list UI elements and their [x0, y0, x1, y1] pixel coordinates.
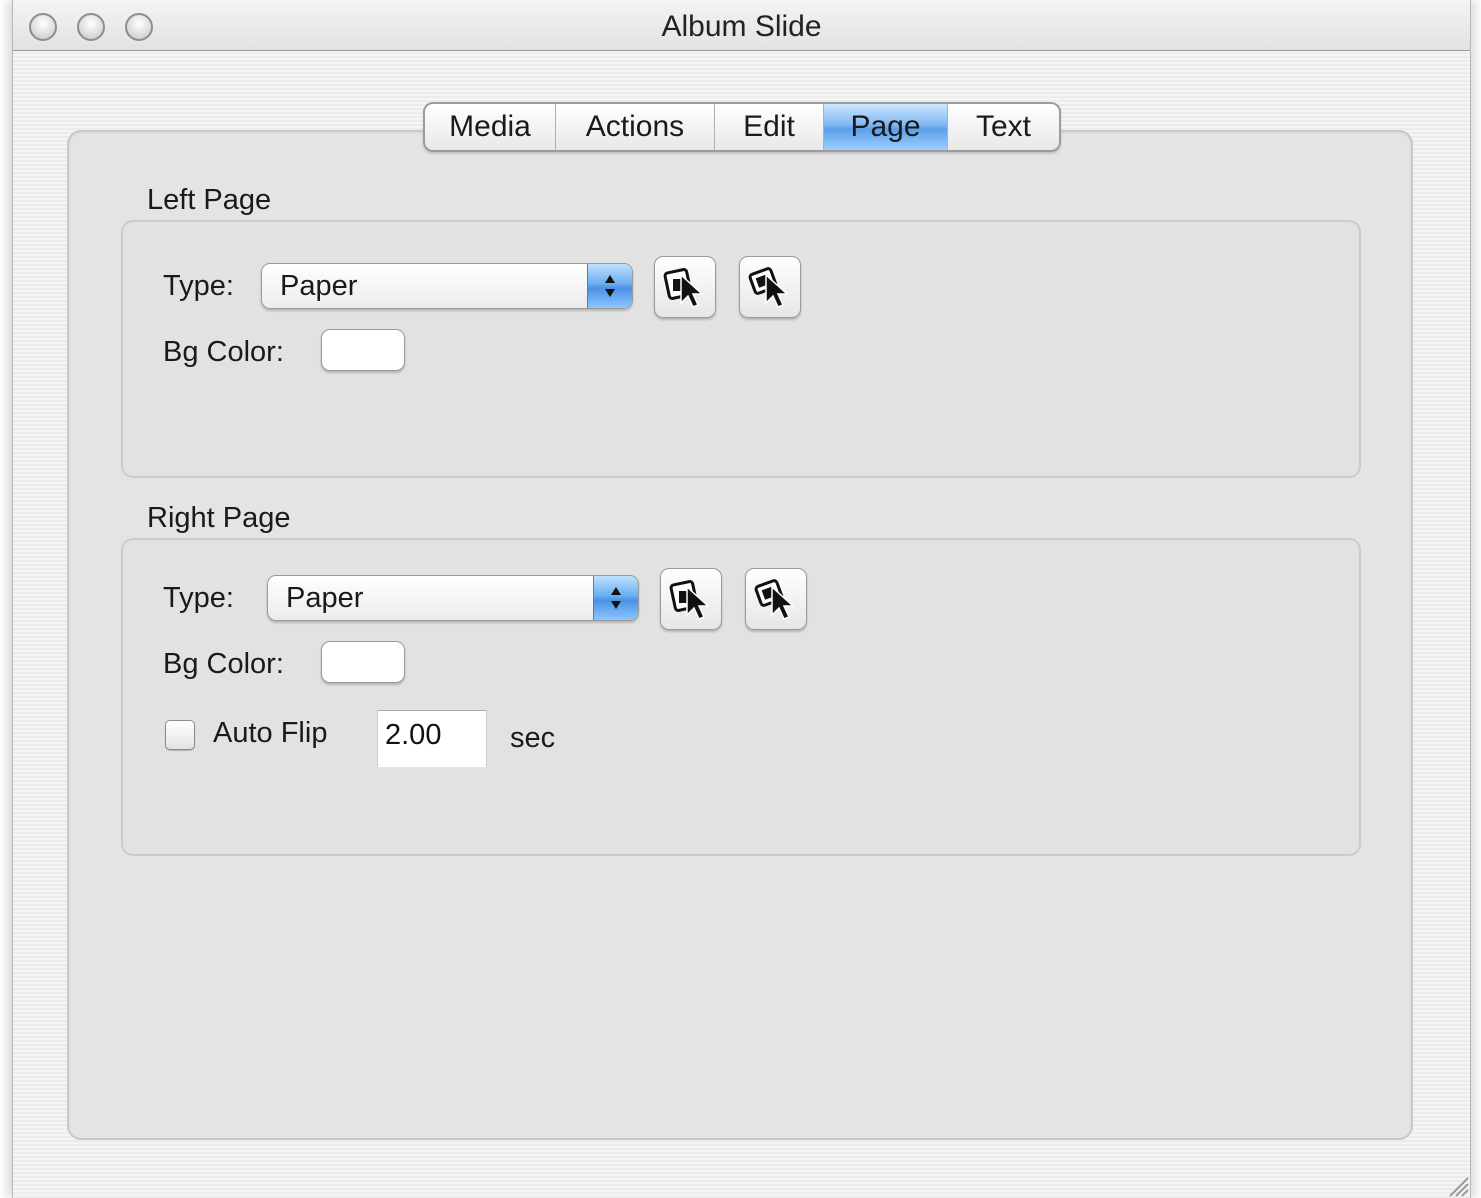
- tab-bar: Media Actions Edit Page Text: [423, 102, 1061, 152]
- left-bg-color-label: Bg Color:: [163, 336, 284, 368]
- right-page-title: Right Page: [147, 502, 291, 534]
- popup-arrows-icon: [587, 264, 632, 308]
- left-type-value: Paper: [280, 270, 358, 302]
- right-bg-color-label: Bg Color:: [163, 648, 284, 680]
- pick-media-icon: [754, 579, 795, 620]
- tab-page[interactable]: Page: [824, 104, 948, 150]
- left-type-label: Type:: [163, 270, 234, 302]
- title-bar: Album Slide: [13, 0, 1470, 51]
- left-page-title: Left Page: [147, 184, 272, 216]
- auto-flip-seconds-field[interactable]: 2.00: [377, 710, 487, 768]
- tab-actions[interactable]: Actions: [556, 104, 715, 150]
- choose-media-icon: [669, 580, 710, 620]
- window-title: Album Slide: [661, 10, 822, 43]
- right-pick-media-button[interactable]: [745, 568, 807, 630]
- left-bg-color-well[interactable]: [321, 329, 405, 371]
- auto-flip-unit: sec: [510, 722, 556, 754]
- popup-arrows-icon: [593, 576, 638, 620]
- auto-flip-checkbox[interactable]: [165, 720, 195, 750]
- tab-media[interactable]: Media: [425, 104, 556, 150]
- choose-media-icon: [663, 268, 704, 308]
- tab-edit[interactable]: Edit: [715, 104, 824, 150]
- pick-media-icon: [748, 267, 789, 308]
- right-type-value: Paper: [286, 582, 364, 614]
- right-choose-media-button[interactable]: [660, 568, 722, 630]
- resize-grip-icon[interactable]: [1442, 1170, 1470, 1198]
- auto-flip-label: Auto Flip: [213, 717, 328, 749]
- tab-text[interactable]: Text: [948, 104, 1059, 150]
- left-choose-media-button[interactable]: [654, 256, 716, 318]
- left-pick-media-button[interactable]: [739, 256, 801, 318]
- left-type-popup[interactable]: Paper: [261, 263, 633, 309]
- right-bg-color-well[interactable]: [321, 641, 405, 683]
- right-type-label: Type:: [163, 582, 234, 614]
- album-slide-window: Album Slide Media Actions Edit Page Text…: [12, 0, 1471, 1198]
- right-type-popup[interactable]: Paper: [267, 575, 639, 621]
